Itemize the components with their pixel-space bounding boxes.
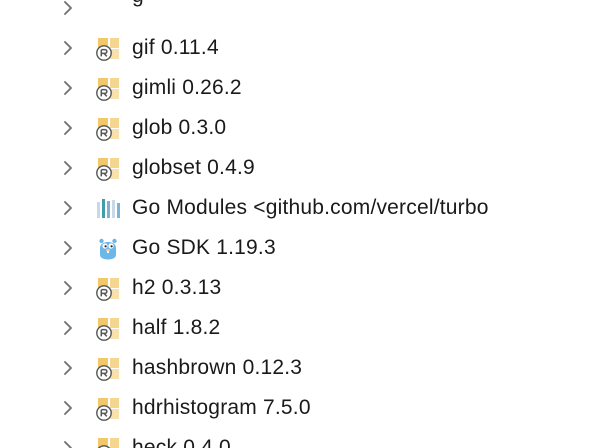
tree-row-gif[interactable]: gif 0.11.4 <box>0 28 590 68</box>
rust-crate-icon <box>96 398 119 421</box>
project-dependency-tree: g gif 0.11.4 gimli 0.26.2 <box>0 0 590 448</box>
rust-crate-icon <box>96 118 119 141</box>
tree-row-label: g <box>132 0 144 10</box>
tree-row-hashbrown[interactable]: hashbrown 0.12.3 <box>0 348 590 388</box>
tree-row-go-modules[interactable]: Go Modules <github.com/vercel/turbo <box>0 188 590 228</box>
rust-crate-icon <box>96 78 119 101</box>
tree-row-label: hdrhistogram 7.5.0 <box>132 396 311 419</box>
tree-row-label: glob 0.3.0 <box>132 116 227 139</box>
tree-row-label: half 1.8.2 <box>132 316 221 339</box>
chevron-right-icon[interactable] <box>62 241 74 255</box>
tree-row-half[interactable]: half 1.8.2 <box>0 308 590 348</box>
go-modules-icon <box>97 199 120 218</box>
chevron-right-icon[interactable] <box>62 201 74 215</box>
tree-row-label: globset 0.4.9 <box>132 156 255 179</box>
tree-row-label: h2 0.3.13 <box>132 276 222 299</box>
tree-row-h2[interactable]: h2 0.3.13 <box>0 268 590 308</box>
tree-row-heck[interactable]: heck 0.4.0 <box>0 428 590 448</box>
rust-crate-icon <box>96 38 119 61</box>
chevron-right-icon[interactable] <box>62 441 74 448</box>
rust-crate-icon <box>96 318 119 341</box>
chevron-right-icon[interactable] <box>62 1 74 15</box>
tree-row-gimli[interactable]: gimli 0.26.2 <box>0 68 590 108</box>
rust-crate-icon <box>96 358 119 381</box>
chevron-right-icon[interactable] <box>62 361 74 375</box>
rust-crate-icon <box>97 438 119 448</box>
chevron-right-icon[interactable] <box>62 121 74 135</box>
tree-row-g[interactable]: g <box>0 0 590 28</box>
rust-crate-icon <box>96 158 119 181</box>
tree-row-label: gif 0.11.4 <box>132 36 219 59</box>
chevron-right-icon[interactable] <box>62 81 74 95</box>
chevron-right-icon[interactable] <box>62 161 74 175</box>
tree-row-label: gimli 0.26.2 <box>132 76 242 99</box>
tree-row-label: heck 0.4.0 <box>132 436 231 448</box>
chevron-right-icon[interactable] <box>62 281 74 295</box>
tree-row-label: Go Modules <github.com/vercel/turbo <box>132 196 489 219</box>
tree-rows: g gif 0.11.4 gimli 0.26.2 <box>0 0 590 448</box>
chevron-right-icon[interactable] <box>62 41 74 55</box>
chevron-right-icon[interactable] <box>62 401 74 415</box>
tree-row-label: Go SDK 1.19.3 <box>132 236 276 259</box>
chevron-right-icon[interactable] <box>62 321 74 335</box>
tree-row-hdrhistogram[interactable]: hdrhistogram 7.5.0 <box>0 388 590 428</box>
tree-row-go-sdk[interactable]: Go SDK 1.19.3 <box>0 228 590 268</box>
rust-crate-icon <box>96 278 119 301</box>
tree-row-label: hashbrown 0.12.3 <box>132 356 303 379</box>
tree-row-glob[interactable]: glob 0.3.0 <box>0 108 590 148</box>
tree-row-globset[interactable]: globset 0.4.9 <box>0 148 590 188</box>
gopher-icon <box>99 238 117 260</box>
